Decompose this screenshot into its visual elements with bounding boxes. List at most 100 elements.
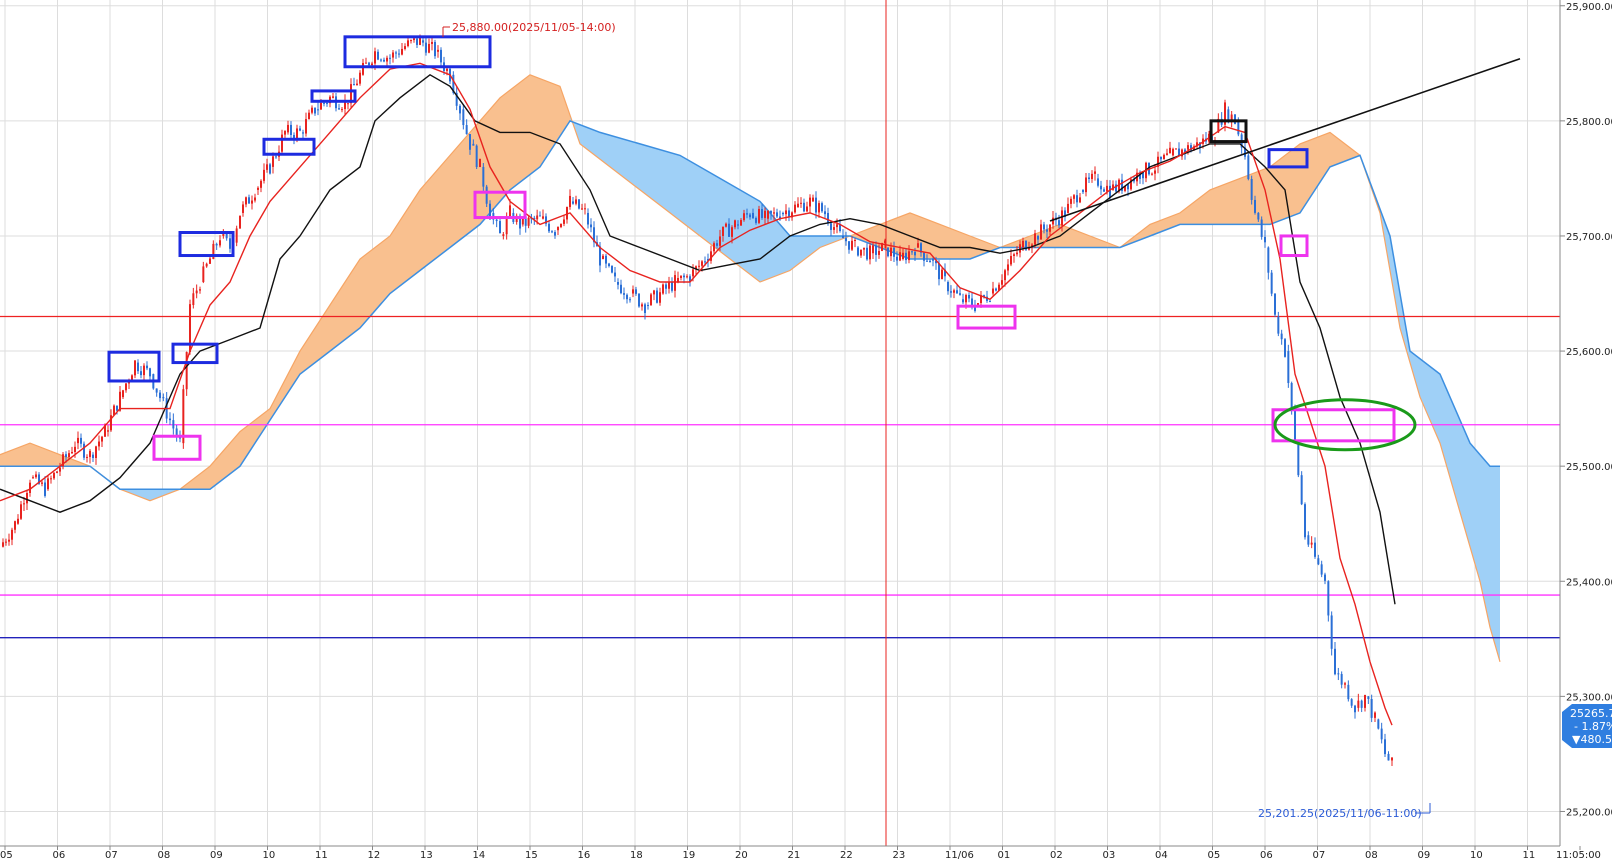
chart-canvas[interactable]: 25,900.00 25,800.00 25,700.00 25,600.00 25,5… <box>0 0 1612 859</box>
cloud-segment <box>10 448 15 467</box>
candle-body <box>431 41 433 44</box>
candle-body <box>704 261 706 263</box>
candle-body <box>56 471 58 473</box>
candle-body <box>683 275 685 278</box>
cloud-segment <box>1420 358 1425 409</box>
x-tick-label: 03 <box>1103 850 1116 859</box>
cloud-segment <box>705 169 710 244</box>
cloud-segment <box>1465 431 1470 547</box>
candle-body <box>551 231 553 233</box>
candle-body <box>854 240 856 242</box>
x-tick-label: 06 <box>1260 850 1273 859</box>
candle-body <box>1290 383 1293 408</box>
candle-body <box>368 62 370 66</box>
candle-body <box>794 204 796 213</box>
candle-body <box>80 437 82 444</box>
candle-body <box>638 293 640 307</box>
candle-body <box>92 454 94 458</box>
x-tick-label: 11/06 <box>945 850 974 859</box>
candle-body <box>1380 728 1383 740</box>
candle-body <box>422 40 424 43</box>
candle-body <box>764 210 766 218</box>
candle-body <box>219 240 221 246</box>
candle-body <box>314 107 316 114</box>
candle-body <box>1294 407 1296 441</box>
candle-body <box>23 503 25 505</box>
candle-body <box>74 446 76 452</box>
candle-body <box>1007 264 1009 271</box>
candle-body <box>68 453 70 458</box>
candle-body <box>674 275 676 291</box>
candle-body <box>848 241 850 250</box>
senkou-span-a-line <box>0 74 1361 502</box>
candle-body <box>851 240 853 250</box>
candle-body <box>413 38 415 41</box>
cloud-segment <box>400 212 405 286</box>
candle-body <box>797 203 799 208</box>
candle-body <box>761 208 763 218</box>
candle-body <box>584 208 586 210</box>
cloud-segment <box>1230 180 1235 225</box>
x-tick-label: 12 <box>368 850 381 859</box>
candle-body <box>14 521 16 530</box>
horizontal-levels <box>0 315 1560 639</box>
ichimoku-price-chart[interactable]: 25,900.00 25,800.00 25,700.00 25,600.00 25,5… <box>0 0 1612 859</box>
candle-body <box>806 206 808 212</box>
cloud-segment <box>345 274 350 340</box>
cloud-segment <box>410 197 415 279</box>
cloud-segment <box>1220 184 1225 225</box>
candle-body <box>809 197 811 207</box>
candle-body <box>162 397 165 399</box>
cloud-segment <box>445 155 450 252</box>
candle-body <box>1058 220 1060 226</box>
candle-body <box>290 124 292 136</box>
candle-body <box>1175 148 1177 150</box>
candle-body <box>1106 185 1108 192</box>
candle-body <box>563 219 565 224</box>
cloud-segment <box>1290 147 1295 217</box>
candle-body <box>1304 504 1306 538</box>
candle-body <box>407 40 409 47</box>
candle-body <box>626 294 628 300</box>
cloud-segment <box>435 166 440 259</box>
candle-body <box>893 247 895 257</box>
candle-body <box>830 223 832 230</box>
candle-body <box>2 542 4 547</box>
candle-body <box>1287 351 1290 384</box>
candle-body <box>872 245 874 254</box>
x-tick-label: 19 <box>683 850 696 859</box>
x-tick-label: 02 <box>1050 850 1063 859</box>
cloud-segment <box>530 74 535 175</box>
candle-body <box>1067 203 1069 213</box>
candle-body <box>365 62 367 64</box>
candle-body <box>569 195 571 208</box>
candle-body <box>1022 240 1024 248</box>
candle-body <box>671 282 673 291</box>
candle-body <box>1391 757 1393 761</box>
x-tick-label: 07 <box>1313 850 1326 859</box>
candle-body <box>539 215 541 217</box>
candle-body <box>248 197 250 204</box>
candle-body <box>1384 739 1386 755</box>
candle-body <box>302 132 304 134</box>
candle-body <box>1360 700 1363 708</box>
x-tick-label: 05 <box>1208 850 1221 859</box>
x-tick-label: 07 <box>105 850 118 859</box>
candle-body <box>205 263 208 267</box>
candle-body <box>59 467 61 472</box>
candle-body <box>731 227 733 237</box>
cloud-segment <box>640 143 645 194</box>
candle-body <box>932 258 934 261</box>
candle-body <box>722 226 724 236</box>
candle-body <box>1103 189 1105 192</box>
candle-body <box>713 243 715 252</box>
candle-body <box>755 218 757 223</box>
candle-body <box>746 213 748 215</box>
candle-body <box>572 201 574 204</box>
candle-body <box>1350 699 1353 706</box>
candle-body <box>1250 179 1253 200</box>
badge-change: ▼480.50 <box>1572 733 1612 746</box>
candle-body <box>1324 574 1326 581</box>
candle-body <box>155 388 158 393</box>
candle-body <box>938 263 940 280</box>
